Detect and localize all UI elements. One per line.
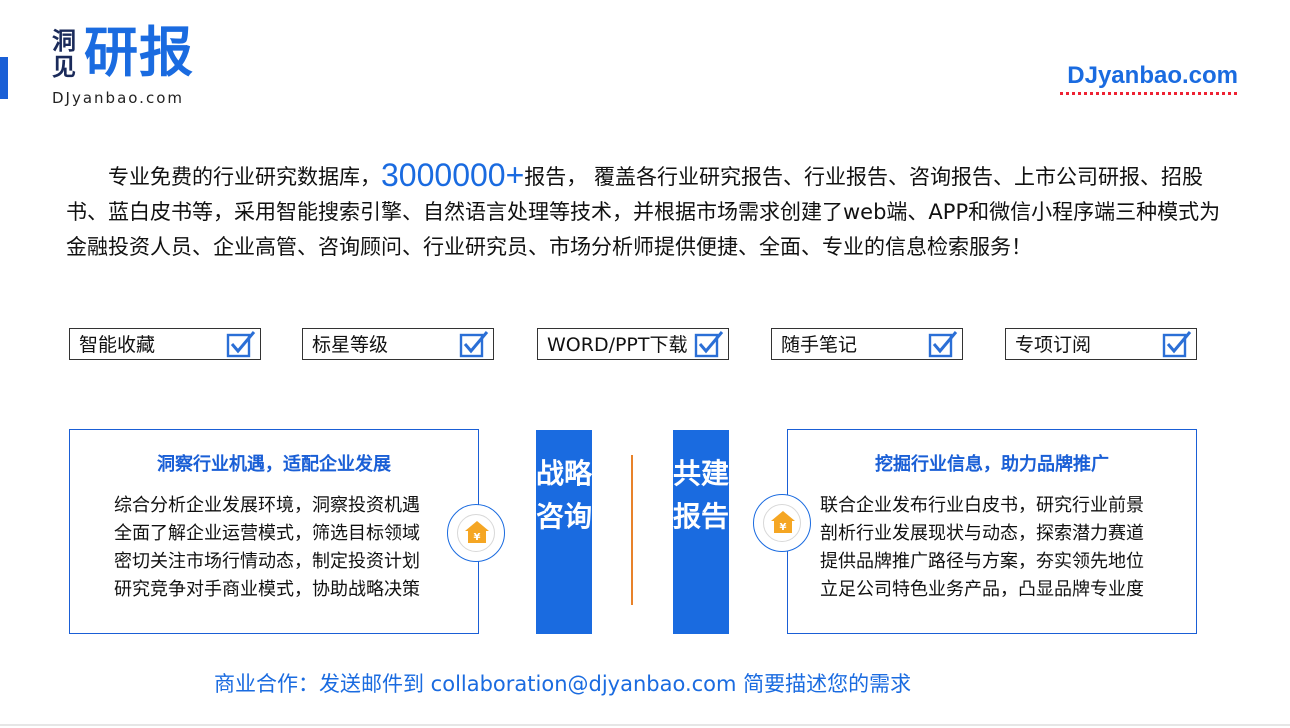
- left-panel-line: 综合分析企业发展环境，洞察投资机遇: [114, 495, 420, 516]
- brand-logo[interactable]: 洞见 研报 DJyanbao.com: [52, 22, 222, 112]
- bottom-divider: [0, 724, 1290, 726]
- checkbox-checked-icon: [459, 331, 489, 358]
- left-panel-lines: 综合分析企业发展环境，洞察投资机遇 全面了解企业运营模式，筛选目标领域 密切关注…: [114, 492, 420, 604]
- left-panel-line: 全面了解企业运营模式，筛选目标领域: [114, 523, 420, 544]
- site-url-link[interactable]: DJyanbao.com: [1067, 62, 1238, 90]
- right-panel-line: 提供品牌推广路径与方案，夯实领先地位: [820, 551, 1144, 572]
- feature-label: 智能收藏: [79, 334, 156, 356]
- feature-smart-favorites[interactable]: 智能收藏: [69, 328, 261, 360]
- report-count: 3000000+: [381, 157, 525, 193]
- right-panel-line: 立足公司特色业务产品，凸显品牌专业度: [820, 579, 1144, 600]
- left-panel-line: 研究竞争对手商业模式，协助战略决策: [114, 579, 420, 600]
- right-panel-lines: 联合企业发布行业白皮书，研究行业前景 剖析行业发展现状与动态，探索潜力赛道 提供…: [820, 492, 1144, 604]
- logo-big-text: 研报: [84, 21, 194, 84]
- feature-notes[interactable]: 随手笔记: [771, 328, 963, 360]
- right-panel-line: 剖析行业发展现状与动态，探索潜力赛道: [820, 523, 1144, 544]
- left-panel-line: 密切关注市场行情动态，制定投资计划: [114, 551, 420, 572]
- feature-label: WORD/PPT下载: [547, 334, 688, 356]
- feature-label: 专项订阅: [1015, 334, 1092, 356]
- left-panel-title: 洞察行业机遇，适配企业发展: [157, 454, 391, 475]
- feature-label: 标星等级: [312, 334, 389, 356]
- intro-paragraph: 专业免费的行业研究数据库，3000000+报告， 覆盖各行业研究报告、行业报告、…: [66, 158, 1226, 265]
- feature-word-ppt-download[interactable]: WORD/PPT下载: [537, 328, 729, 360]
- right-panel-title: 挖掘行业信息，助力品牌推广: [875, 454, 1109, 475]
- logo-url-text: DJyanbao.com: [52, 89, 184, 107]
- left-info-panel: 洞察行业机遇，适配企业发展 综合分析企业发展环境，洞察投资机遇 全面了解企业运营…: [69, 429, 479, 634]
- center-divider: [631, 455, 633, 605]
- logo-small-text: 洞见: [52, 27, 76, 81]
- feature-label: 随手笔记: [781, 334, 858, 356]
- contact-email-line[interactable]: 商业合作：发送邮件到 collaboration@djyanbao.com 简要…: [214, 668, 911, 698]
- svg-text:¥: ¥: [780, 522, 787, 533]
- right-panel-line: 联合企业发布行业白皮书，研究行业前景: [820, 495, 1144, 516]
- left-accent-bar: [0, 57, 8, 99]
- spellcheck-underline: [1060, 92, 1238, 95]
- house-yen-icon: ¥: [753, 494, 811, 552]
- co-build-report-label: 共建报告: [673, 430, 729, 634]
- checkbox-checked-icon: [226, 331, 256, 358]
- svg-text:¥: ¥: [474, 532, 481, 543]
- house-yen-icon: ¥: [447, 504, 505, 562]
- feature-star-rating[interactable]: 标星等级: [302, 328, 494, 360]
- strategy-consulting-label: 战略咨询: [536, 430, 592, 634]
- checkbox-checked-icon: [694, 331, 724, 358]
- intro-text-start: 专业免费的行业研究数据库，: [108, 165, 381, 189]
- feature-subscription[interactable]: 专项订阅: [1005, 328, 1197, 360]
- checkbox-checked-icon: [928, 331, 958, 358]
- checkbox-checked-icon: [1162, 331, 1192, 358]
- feature-list: 智能收藏 标星等级 WORD/PPT下载 随手笔记 专项订阅: [69, 328, 1199, 360]
- right-info-panel: 挖掘行业信息，助力品牌推广 联合企业发布行业白皮书，研究行业前景 剖析行业发展现…: [787, 429, 1197, 634]
